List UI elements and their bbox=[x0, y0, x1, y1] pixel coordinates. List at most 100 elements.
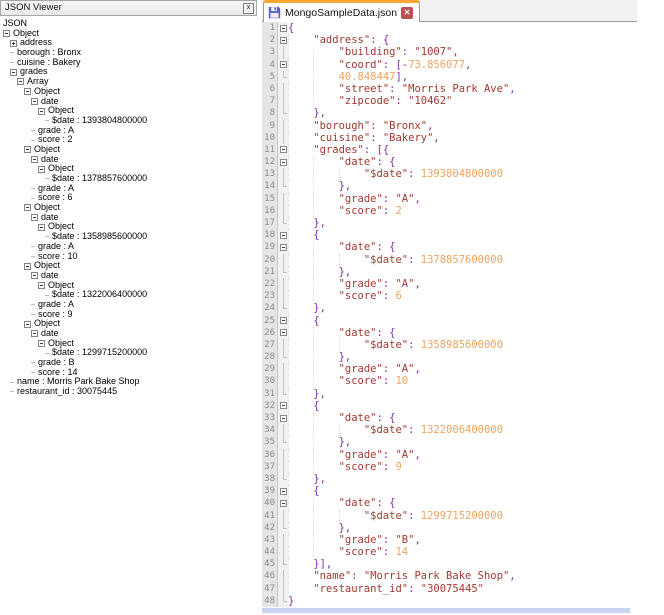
fold-collapse-icon[interactable] bbox=[278, 58, 288, 71]
code-line[interactable]: 47 "restaurant_id": "30075445" bbox=[262, 582, 637, 596]
fold-collapse-icon[interactable] bbox=[278, 497, 288, 510]
fold-collapse-icon[interactable] bbox=[278, 314, 288, 327]
code-text[interactable]: { bbox=[288, 22, 637, 34]
code-text[interactable]: "grade": "A", bbox=[288, 192, 637, 205]
code-line[interactable]: 44 "score": 14 bbox=[262, 546, 637, 559]
code-text[interactable]: }, bbox=[288, 436, 637, 449]
tab-mongosampledata[interactable]: MongoSampleData.json ✕ bbox=[263, 0, 421, 22]
collapse-box-icon[interactable] bbox=[31, 155, 38, 163]
code-text[interactable]: "date": { bbox=[288, 156, 637, 169]
code-text[interactable]: "restaurant_id": "30075445" bbox=[288, 582, 637, 595]
code-text[interactable]: "zipcode": "10462" bbox=[288, 95, 637, 108]
fold-collapse-icon[interactable] bbox=[278, 34, 288, 47]
code-line[interactable]: 42}, bbox=[262, 521, 637, 534]
code-text[interactable]: "$date": 1299715200000 bbox=[288, 509, 637, 522]
collapse-box-icon[interactable] bbox=[38, 165, 45, 173]
code-line[interactable]: 27 "$date": 1358985600000 bbox=[262, 338, 637, 352]
code-line[interactable]: 32 { bbox=[262, 399, 637, 412]
fold-collapse-icon[interactable] bbox=[278, 143, 288, 157]
code-line[interactable]: 23 "score": 6 bbox=[262, 290, 637, 303]
code-line[interactable]: 7 "zipcode": "10462" bbox=[262, 95, 637, 108]
code-text[interactable]: "coord": [-73.856077, bbox=[288, 58, 637, 71]
code-line[interactable]: 8}, bbox=[262, 107, 637, 120]
code-line[interactable]: 4 "coord": [-73.856077, bbox=[262, 58, 637, 71]
collapse-box-icon[interactable] bbox=[24, 320, 31, 328]
code-line[interactable]: 3 "building": "1007", bbox=[262, 46, 637, 59]
collapse-box-icon[interactable] bbox=[38, 281, 45, 289]
collapse-box-icon[interactable] bbox=[10, 68, 17, 76]
collapse-box-icon[interactable] bbox=[24, 204, 31, 212]
code-text[interactable]: } bbox=[288, 595, 637, 607]
code-text[interactable]: "grade": "B", bbox=[288, 533, 637, 547]
collapse-box-icon[interactable] bbox=[24, 146, 31, 154]
code-text[interactable]: "cuisine": "Bakery", bbox=[288, 131, 637, 144]
code-line[interactable]: 12 "date": { bbox=[262, 156, 637, 169]
code-line[interactable]: 37 "score": 9 bbox=[262, 460, 637, 474]
code-text[interactable]: "score": 6 bbox=[288, 290, 637, 303]
collapse-box-icon[interactable] bbox=[24, 88, 31, 96]
collapse-box-icon[interactable] bbox=[31, 330, 38, 338]
code-text[interactable]: "grade": "A", bbox=[288, 277, 637, 291]
code-line[interactable]: 16 "score": 2 bbox=[262, 204, 637, 218]
code-line[interactable]: 14}, bbox=[262, 180, 637, 193]
tree-node[interactable]: date bbox=[0, 154, 257, 165]
collapse-box-icon[interactable] bbox=[31, 97, 38, 105]
collapse-box-icon[interactable] bbox=[31, 214, 38, 222]
code-text[interactable]: "score": 14 bbox=[288, 546, 637, 559]
code-text[interactable]: "street": "Morris Park Ave", bbox=[288, 82, 637, 96]
code-text[interactable]: "score": 10 bbox=[288, 375, 637, 388]
code-line[interactable]: 30 "score": 10 bbox=[262, 375, 637, 388]
tree-node[interactable]: date bbox=[0, 212, 257, 223]
code-text[interactable]: "building": "1007", bbox=[288, 46, 637, 59]
fold-collapse-icon[interactable] bbox=[278, 22, 288, 35]
fold-collapse-icon[interactable] bbox=[278, 326, 288, 339]
code-line[interactable]: 19 "date": { bbox=[262, 241, 637, 254]
code-line[interactable]: 28}, bbox=[262, 351, 637, 364]
code-line[interactable]: 43 "grade": "B", bbox=[262, 533, 637, 547]
code-text[interactable]: "grades": [{ bbox=[288, 143, 637, 157]
code-line[interactable]: 26 "date": { bbox=[262, 326, 637, 339]
code-line[interactable]: 10 "cuisine": "Bakery", bbox=[262, 131, 637, 145]
panel-close-icon[interactable]: x bbox=[243, 3, 254, 14]
code-line[interactable]: 34 "$date": 1322006400000 bbox=[262, 424, 637, 437]
code-text[interactable]: { bbox=[288, 485, 637, 498]
code-text[interactable]: "score": 9 bbox=[288, 460, 637, 473]
code-text[interactable]: "date": { bbox=[288, 412, 637, 425]
code-line[interactable]: 48} bbox=[262, 594, 637, 607]
code-line[interactable]: 41 "$date": 1299715200000 bbox=[262, 509, 637, 522]
code-text[interactable]: }, bbox=[288, 217, 637, 230]
code-text[interactable]: { bbox=[288, 229, 637, 242]
code-line[interactable]: 21}, bbox=[262, 265, 637, 278]
tree-node[interactable]: restaurant_id : 30075445 bbox=[0, 386, 257, 397]
tree-node[interactable]: date bbox=[0, 270, 257, 281]
code-line[interactable]: 5 40.848447], bbox=[262, 70, 637, 83]
code-line[interactable]: 17}, bbox=[262, 217, 637, 230]
code-text[interactable]: }, bbox=[288, 472, 637, 486]
code-text[interactable]: "score": 2 bbox=[288, 204, 637, 217]
code-text[interactable]: { bbox=[288, 399, 637, 412]
code-editor[interactable]: 1{2 "address": {3 "building": "1007", 4 "coo… bbox=[262, 22, 637, 607]
tree-node[interactable]: Object bbox=[0, 86, 257, 97]
code-text[interactable]: 40.848447], bbox=[288, 70, 637, 83]
json-tree[interactable]: JSON Object address borough : Bronx cuisine … bbox=[0, 16, 257, 397]
json-viewer-header[interactable]: JSON Viewer x bbox=[0, 0, 257, 16]
code-text[interactable]: }], bbox=[288, 558, 637, 571]
fold-collapse-icon[interactable] bbox=[278, 485, 288, 498]
code-text[interactable]: "borough": "Bronx", bbox=[288, 119, 637, 132]
code-text[interactable]: "$date": 1322006400000 bbox=[288, 424, 637, 437]
code-line[interactable]: 22 "grade": "A", bbox=[262, 277, 637, 291]
code-text[interactable]: "$date": 1358985600000 bbox=[288, 338, 637, 352]
code-line[interactable]: 31}, bbox=[262, 387, 637, 400]
code-text[interactable]: }, bbox=[288, 302, 637, 315]
tree-node[interactable]: Object bbox=[0, 202, 257, 213]
code-text[interactable]: "date": { bbox=[288, 326, 637, 339]
collapse-box-icon[interactable] bbox=[38, 340, 45, 348]
code-line[interactable]: 38}, bbox=[262, 472, 637, 486]
code-text[interactable]: { bbox=[288, 314, 637, 327]
code-text[interactable]: "name": "Morris Park Bake Shop", bbox=[288, 570, 637, 583]
code-line[interactable]: 39 { bbox=[262, 485, 637, 498]
code-text[interactable]: }, bbox=[288, 351, 637, 364]
fold-collapse-icon[interactable] bbox=[278, 156, 288, 169]
code-line[interactable]: 33 "date": { bbox=[262, 412, 637, 425]
code-text[interactable]: "grade": "A", bbox=[288, 448, 637, 461]
